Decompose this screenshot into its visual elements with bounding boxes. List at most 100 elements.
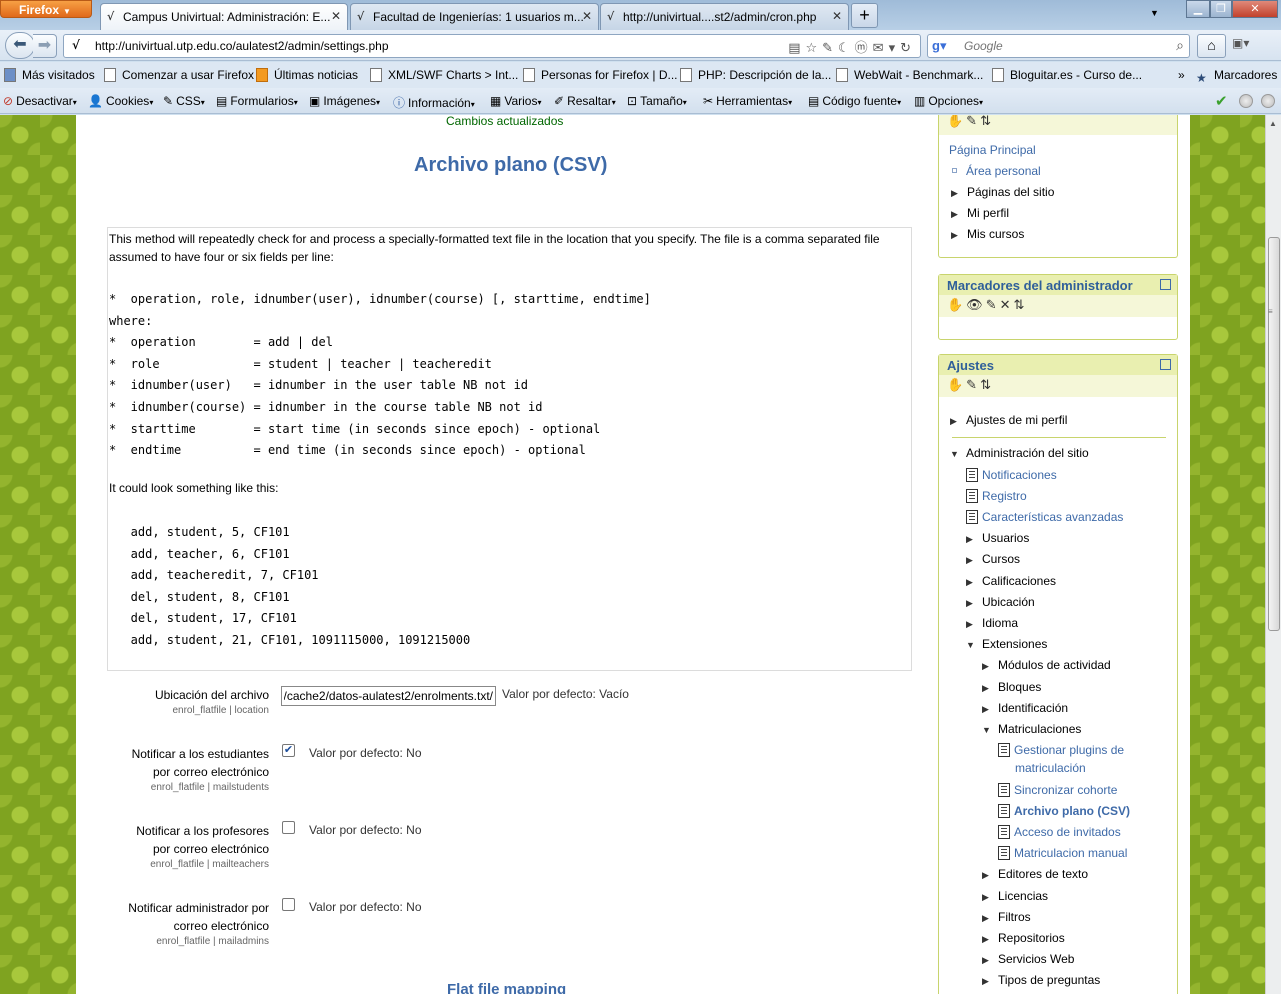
ext-filtros[interactable]: ▶ Filtros (982, 910, 1031, 924)
tab-facultad-ingenierias[interactable]: √ Facultad de Ingenierías: 1 usuarios m.… (350, 3, 599, 30)
nav-item-paginas-sitio[interactable]: ▶ Páginas del sitio (951, 185, 1054, 199)
admin-usuarios[interactable]: ▶ Usuarios (966, 531, 1029, 545)
addon-menu-icon[interactable]: ▣▾ (1232, 36, 1249, 50)
dev-cookies-menu[interactable]: 👤 Cookies▾ (88, 94, 153, 108)
minimize-button[interactable]: ▁ (1186, 0, 1210, 18)
search-input[interactable] (962, 37, 1162, 55)
status-dot-icon (1239, 94, 1253, 108)
admin-cursos[interactable]: ▶ Cursos (966, 552, 1020, 566)
search-bar[interactable]: g▾ ⌕ (927, 34, 1190, 58)
page-icon (104, 68, 116, 82)
options-icon: ▥ (914, 94, 926, 108)
ext-repositorios[interactable]: ▶ Repositorios (982, 931, 1065, 945)
close-window-button[interactable]: ✕ (1232, 0, 1278, 18)
maximize-button[interactable]: ❐ (1210, 0, 1232, 18)
dev-misc-menu[interactable]: ▦ Varios▾ (490, 94, 541, 108)
close-tab-icon[interactable]: ✕ (331, 9, 341, 23)
mailstudents-checkbox[interactable]: ✔ (282, 744, 295, 757)
file-location-input[interactable] (281, 686, 496, 706)
tab-list-arrow-icon[interactable]: ▼ (1150, 8, 1159, 18)
bookmark-item[interactable]: PHP: Descripción de la... (680, 68, 831, 82)
back-button[interactable]: ⬅ (5, 32, 35, 59)
bookmark-item[interactable]: Más visitados (4, 68, 95, 82)
tab-campus-univirtual[interactable]: √ Campus Univirtual: Administración: E..… (100, 3, 348, 30)
dev-forms-menu[interactable]: ▤ Formularios▾ (216, 94, 298, 108)
dev-outline-menu[interactable]: ✐ Resaltar▾ (554, 94, 616, 108)
page-title: Archivo plano (CSV) (414, 154, 608, 176)
bookmarks-menu[interactable]: ★ Marcadores (1196, 68, 1277, 85)
ext-tipos-preguntas[interactable]: ▶ Tipos de preguntas (982, 973, 1100, 987)
admin-caracteristicas[interactable]: Características avanzadas (966, 510, 1123, 524)
dev-info-menu[interactable]: ⓘ Información▾ (393, 94, 475, 111)
bookmark-item[interactable]: XML/SWF Charts > Int... (370, 68, 518, 82)
enrol-acceso-invitados[interactable]: Acceso de invitados (998, 825, 1121, 839)
url-text[interactable]: http://univirtual.utp.edu.co/aulatest2/a… (95, 39, 389, 53)
dock-icon[interactable] (1160, 359, 1171, 370)
address-bar-icons[interactable]: ▤☆✎☾ⓜ✉▾↻ (788, 37, 916, 56)
moodle-favicon-icon: √ (107, 10, 115, 23)
dock-icon[interactable] (1160, 279, 1171, 290)
dev-options-menu[interactable]: ▥ Opciones▾ (914, 94, 983, 108)
expand-arrow-icon: ▶ (951, 188, 958, 198)
block-edit-icons[interactable]: ✋👁✎✕⇅ (939, 295, 1177, 317)
enrol-gestionar-plugins[interactable]: Gestionar plugins de (998, 743, 1124, 757)
nav-home-link[interactable]: Página Principal (949, 143, 1036, 157)
admin-notificaciones[interactable]: Notificaciones (966, 468, 1057, 482)
google-engine-icon[interactable]: g▾ (932, 38, 946, 54)
block-edit-icons[interactable]: ✋✎⇅ (939, 375, 1177, 397)
scrollbar-grip-icon: ≡ (1268, 307, 1273, 316)
ext-editores-texto[interactable]: ▶ Editores de texto (982, 867, 1088, 881)
enrol-sincronizar-cohorte[interactable]: Sincronizar cohorte (998, 783, 1117, 797)
nav-item-mis-cursos[interactable]: ▶ Mis cursos (951, 227, 1024, 241)
admin-extensiones[interactable]: ▼ Extensiones (966, 637, 1047, 651)
close-tab-icon[interactable]: ✕ (832, 9, 842, 23)
firefox-menu-button[interactable]: Firefox ▼ (0, 0, 92, 18)
validation-check-icon[interactable]: ✔ (1215, 92, 1228, 110)
ext-identificacion[interactable]: ▶ Identificación (982, 701, 1068, 715)
page-icon (680, 68, 692, 82)
scroll-up-arrow-icon[interactable]: ▲ (1269, 119, 1277, 128)
nav-item-area-personal[interactable]: Área personal (949, 164, 1041, 178)
bookmarks-chevron-icon[interactable]: » (1178, 68, 1185, 82)
bookmark-item[interactable]: Últimas noticias (256, 68, 358, 82)
nav-item-mi-perfil[interactable]: ▶ Mi perfil (951, 206, 1009, 220)
settings-site-admin[interactable]: ▼ Administración del sitio (950, 446, 1089, 460)
dev-css-menu[interactable]: ✎ CSS▾ (163, 94, 205, 108)
admin-idioma[interactable]: ▶ Idioma (966, 616, 1018, 630)
scrollbar-thumb[interactable] (1268, 237, 1280, 631)
enrol-archivo-plano-active[interactable]: Archivo plano (CSV) (998, 804, 1130, 818)
ext-bloques[interactable]: ▶ Bloques (982, 680, 1041, 694)
admin-ubicacion[interactable]: ▶ Ubicación (966, 595, 1035, 609)
dev-disable-menu[interactable]: ⊘ Desactivar▾ (3, 94, 77, 108)
dev-tools-menu[interactable]: ✂ Herramientas▾ (703, 94, 792, 108)
block-edit-icons[interactable]: ✋✎⇅ (939, 115, 1177, 135)
bookmark-item[interactable]: WebWait - Benchmark... (836, 68, 983, 82)
address-bar[interactable]: √ http://univirtual.utp.edu.co/aulatest2… (63, 34, 921, 58)
ext-licencias[interactable]: ▶ Licencias (982, 889, 1048, 903)
mailadmins-checkbox[interactable] (282, 898, 295, 911)
vertical-scrollbar[interactable]: ▲ ≡ (1265, 115, 1281, 994)
admin-calificaciones[interactable]: ▶ Calificaciones (966, 574, 1056, 588)
bookmark-item[interactable]: Personas for Firefox | D... (523, 68, 678, 82)
settings-my-profile[interactable]: ▶ Ajustes de mi perfil (950, 413, 1067, 427)
forward-button[interactable]: ➡ (33, 34, 57, 58)
dev-images-menu[interactable]: ▣ Imágenes▾ (309, 94, 380, 108)
new-tab-button[interactable]: + (851, 3, 878, 28)
navigation-block: ✋✎⇅ Página Principal Área personal ▶ Pági… (938, 115, 1178, 258)
search-icon[interactable]: ⌕ (1176, 37, 1184, 54)
dev-source-menu[interactable]: ▤ Código fuente▾ (808, 94, 901, 108)
enrol-gestionar-plugins-line2[interactable]: matriculación (1015, 761, 1086, 775)
expand-arrow-icon: ▶ (951, 209, 958, 219)
dev-resize-menu[interactable]: ⊡ Tamaño▾ (627, 94, 687, 108)
ext-modulos[interactable]: ▶ Módulos de actividad (982, 658, 1111, 672)
mailteachers-checkbox[interactable] (282, 821, 295, 834)
bookmark-item[interactable]: Comenzar a usar Firefox (104, 68, 254, 82)
tab-cron[interactable]: √ http://univirtual....st2/admin/cron.ph… (600, 3, 849, 30)
home-button[interactable]: ⌂ (1197, 34, 1226, 58)
admin-registro[interactable]: Registro (966, 489, 1027, 503)
ext-servicios-web[interactable]: ▶ Servicios Web (982, 952, 1074, 966)
enrol-matriculacion-manual[interactable]: Matriculacion manual (998, 846, 1127, 860)
close-tab-icon[interactable]: ✕ (582, 9, 592, 23)
ext-matriculaciones[interactable]: ▼ Matriculaciones (982, 722, 1081, 736)
bookmark-item[interactable]: Bloguitar.es - Curso de... (992, 68, 1142, 82)
